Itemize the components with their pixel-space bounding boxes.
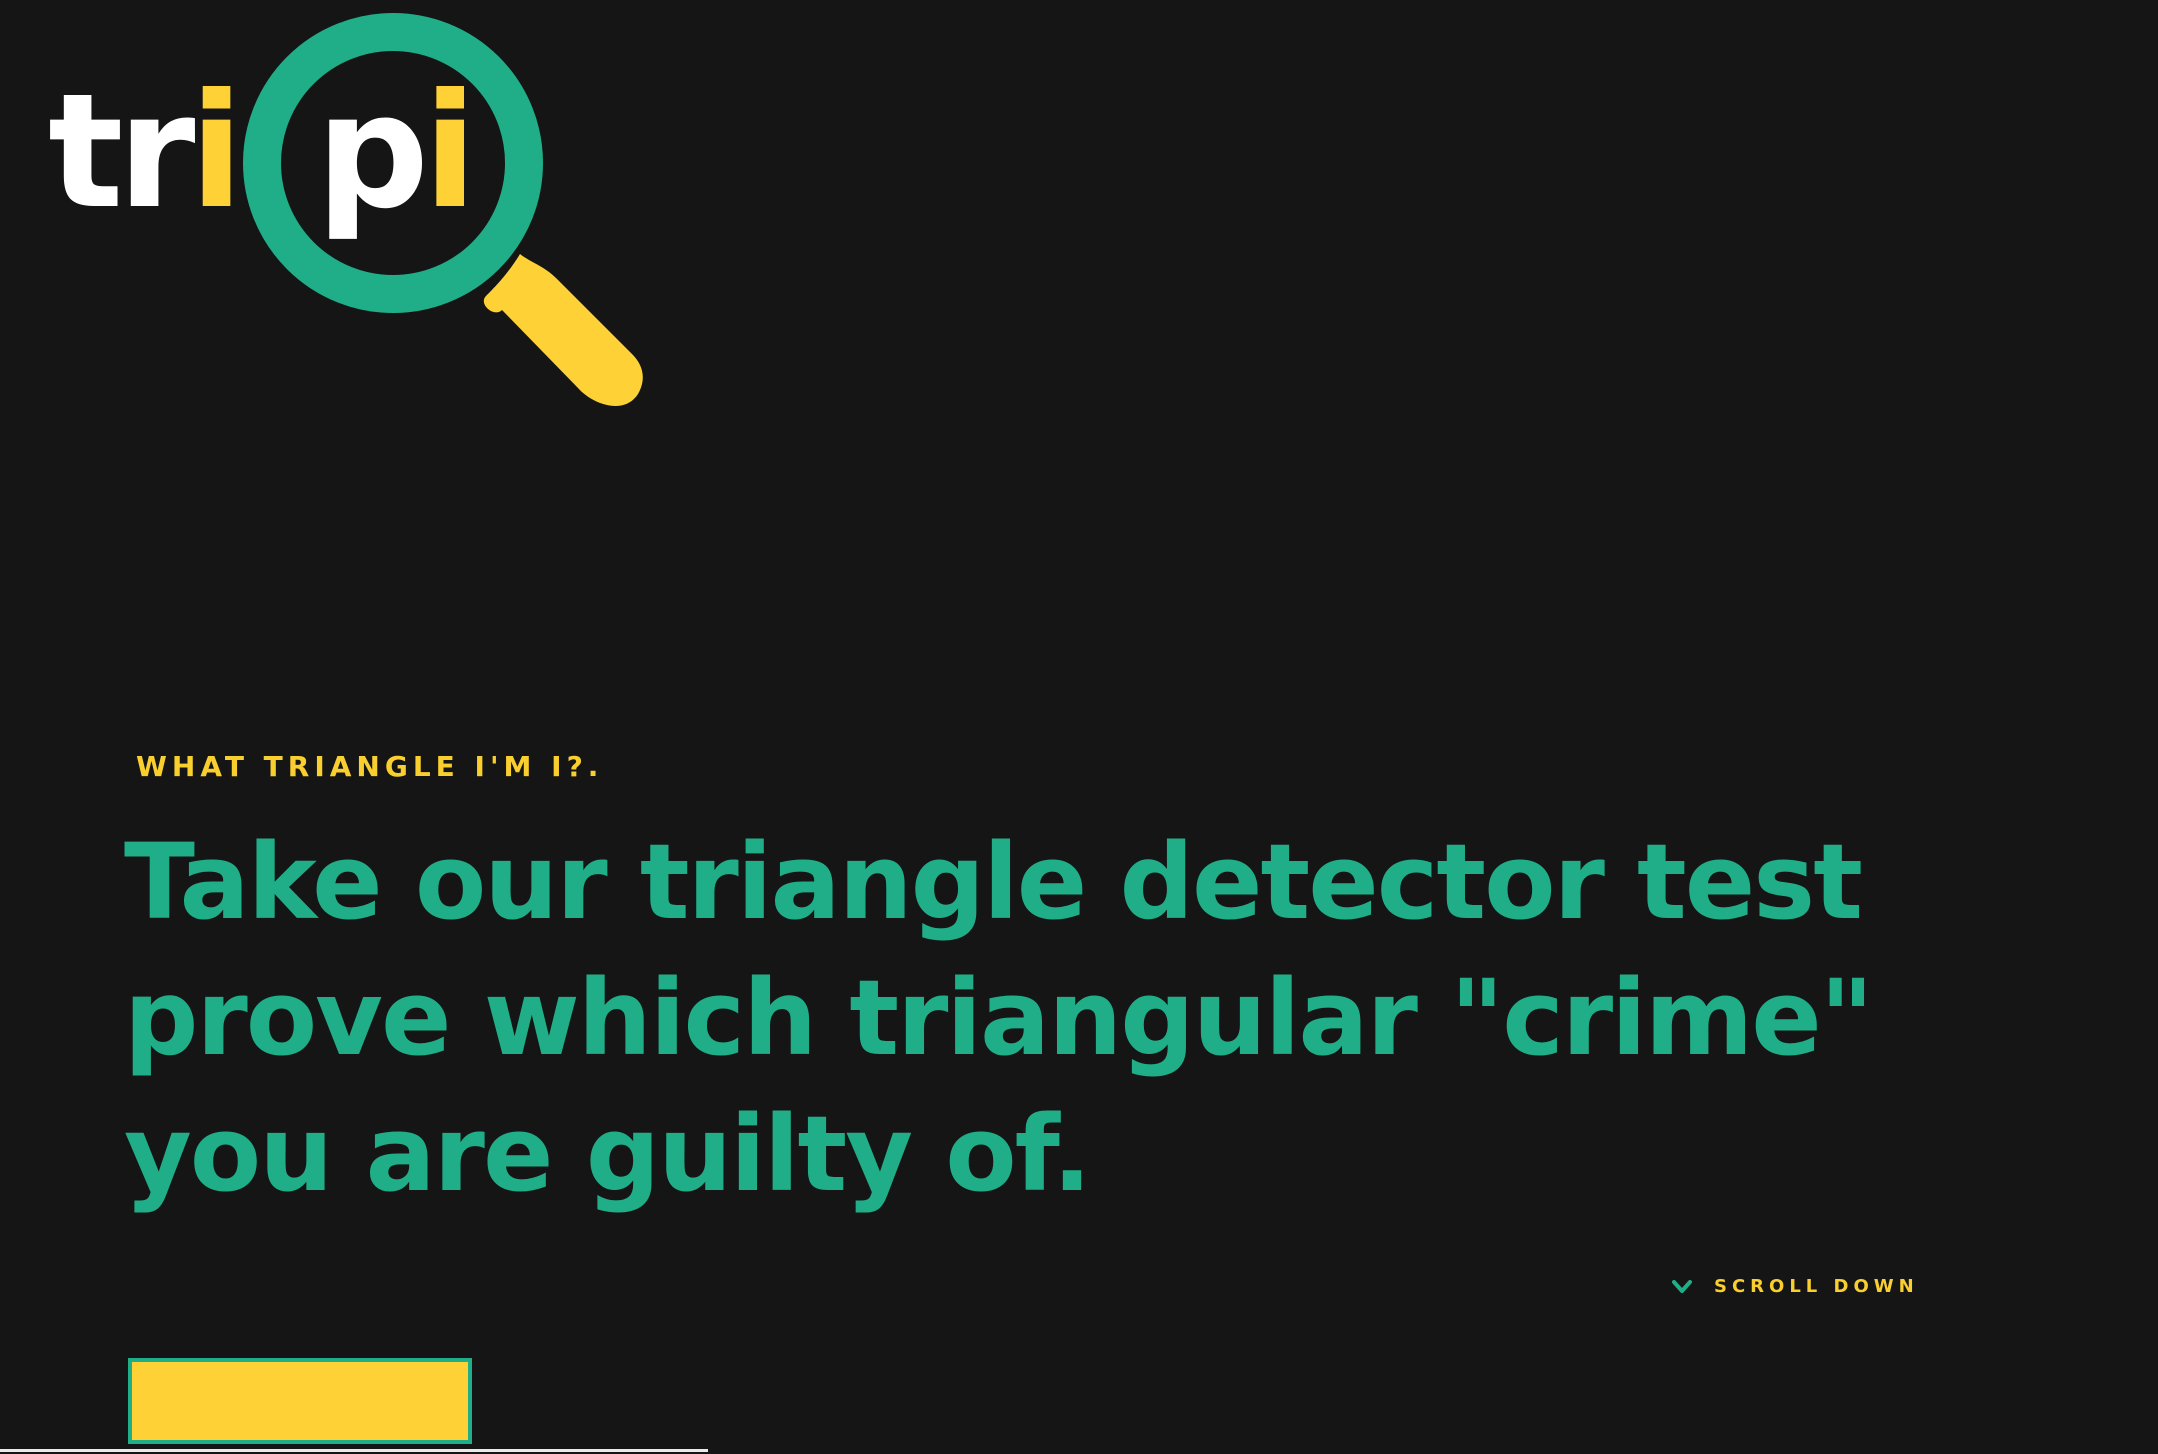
divider: [0, 1449, 708, 1452]
handle-shape: [483, 254, 643, 407]
chevron-down-icon: [1672, 1279, 1692, 1293]
headline-line: you are guilty of.: [124, 1093, 1092, 1215]
magnifying-glass-icon: tri pi: [48, 13, 643, 407]
headline-line: Take our triangle detector test: [124, 821, 1863, 943]
start-test-button[interactable]: [128, 1358, 472, 1444]
scroll-down-label: SCROLL DOWN: [1714, 1276, 1919, 1297]
headline-line: prove which triangular "crime": [124, 957, 1874, 1079]
scroll-down-link[interactable]: SCROLL DOWN: [1672, 1276, 1919, 1297]
logo-wordmark-inner: pi: [316, 60, 471, 244]
hero-eyebrow: WHAT TRIANGLE I'M I?.: [136, 750, 604, 783]
logo[interactable]: tri pi: [0, 0, 700, 440]
logo-wordmark: tri: [48, 60, 238, 244]
hero-headline: Take our triangle detector test prove wh…: [124, 814, 1924, 1222]
